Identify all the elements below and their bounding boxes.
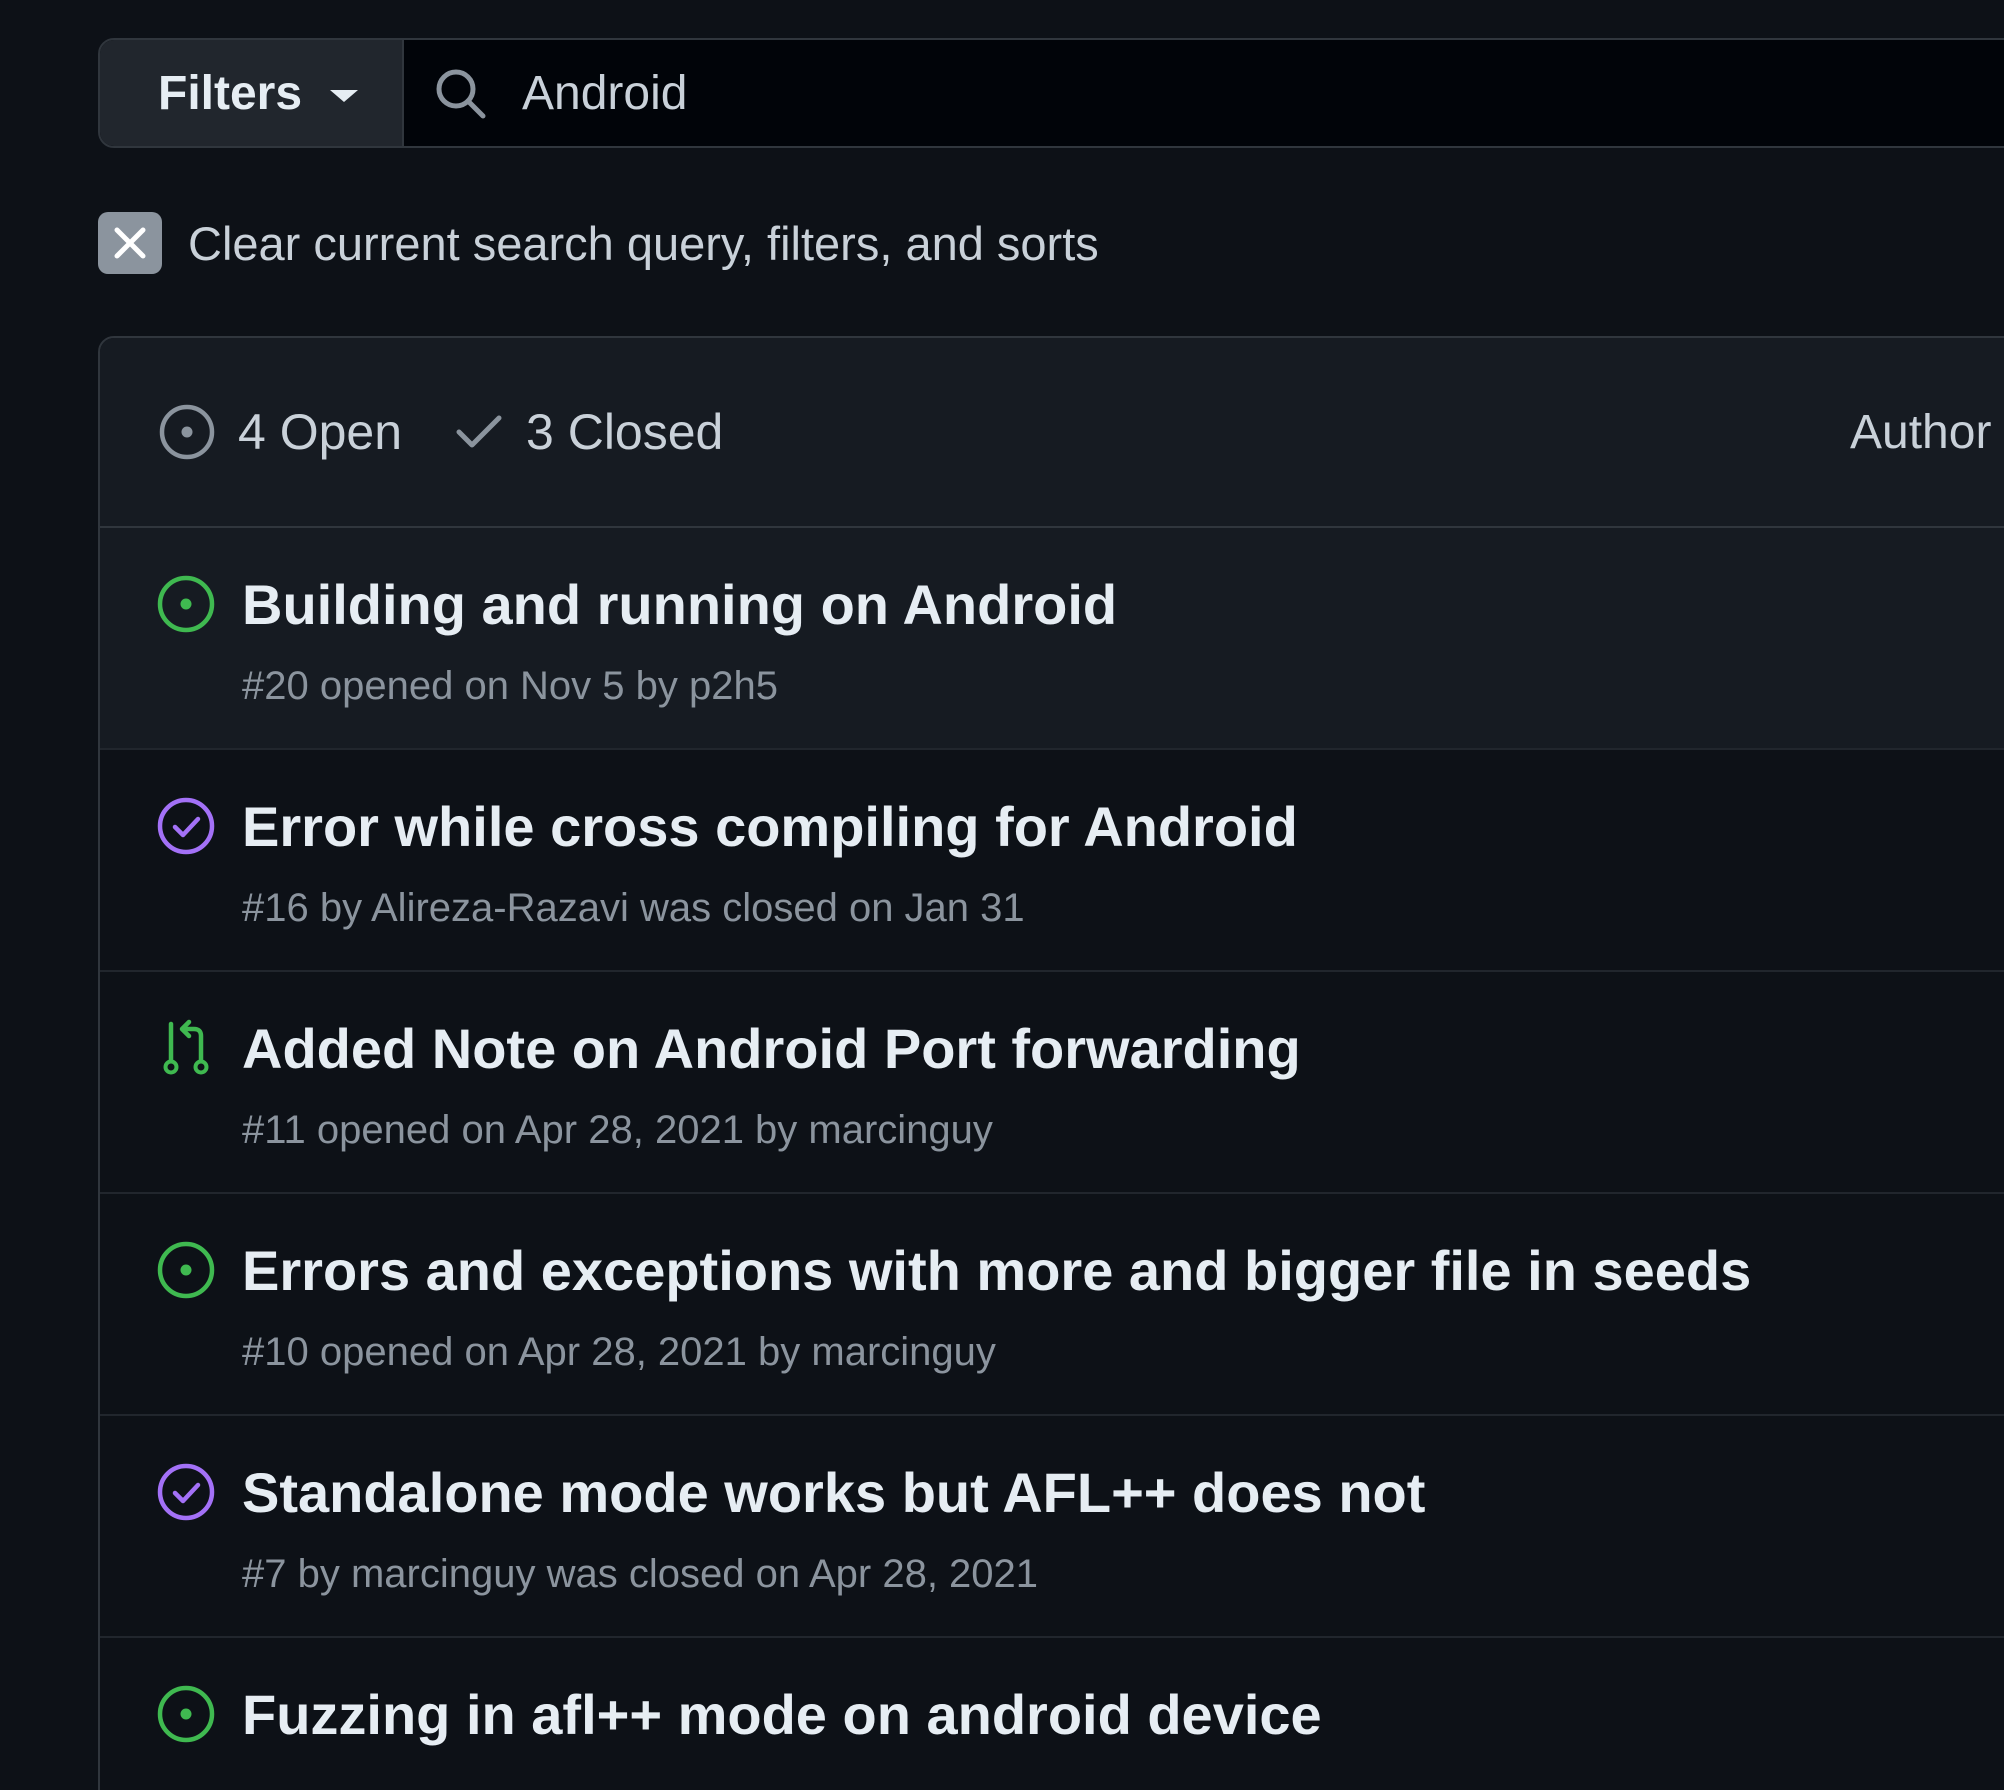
closed-count-label: 3 Closed <box>526 404 724 460</box>
search-field[interactable] <box>404 40 2004 146</box>
author-filter-dropdown[interactable]: Author <box>1850 338 1991 526</box>
filters-label: Filters <box>158 66 303 120</box>
open-issues-tab[interactable]: 4 Open <box>158 403 402 461</box>
author-filter-label: Author <box>1850 405 1992 459</box>
issue-meta: #20 opened on Nov 5 by p2h5 <box>242 664 778 708</box>
issue-meta: #10 opened on Apr 28, 2021 by marcinguy <box>242 1330 996 1374</box>
issue-row[interactable]: Added Note on Android Port forwarding #1… <box>100 972 2004 1194</box>
search-icon <box>436 69 486 119</box>
issue-opened-icon <box>157 575 215 633</box>
issue-title-link[interactable]: Building and running on Android <box>242 572 1117 637</box>
issue-opened-icon <box>157 1685 215 1743</box>
pull-request-icon <box>163 1019 209 1075</box>
issue-title-link[interactable]: Error while cross compiling for Android <box>242 794 1298 859</box>
filters-button[interactable]: Filters <box>100 40 404 146</box>
issue-closed-icon <box>157 797 215 855</box>
issue-row[interactable]: Building and running on Android #20 open… <box>100 528 2004 750</box>
issue-title-link[interactable]: Standalone mode works but AFL++ does not <box>242 1460 1425 1525</box>
search-input[interactable] <box>522 65 1722 121</box>
open-count-label: 4 Open <box>238 404 403 460</box>
issue-row[interactable]: Error while cross compiling for Android … <box>100 750 2004 972</box>
issue-meta: #7 by marcinguy was closed on Apr 28, 20… <box>242 1552 1039 1596</box>
issue-title-link[interactable]: Added Note on Android Port forwarding <box>242 1016 1301 1081</box>
issue-meta: #11 opened on Apr 28, 2021 by marcinguy <box>242 1108 993 1152</box>
close-icon <box>98 212 162 274</box>
issue-row[interactable]: Errors and exceptions with more and bigg… <box>100 1194 2004 1416</box>
caret-down-icon <box>330 90 359 102</box>
clear-filters-label: Clear current search query, filters, and… <box>188 216 1099 270</box>
search-bar: Filters <box>98 38 2004 148</box>
closed-issues-tab[interactable]: 3 Closed <box>454 403 723 461</box>
check-icon <box>456 415 502 448</box>
issue-title-link[interactable]: Fuzzing in afl++ mode on android device <box>242 1682 1322 1747</box>
issue-row[interactable]: Standalone mode works but AFL++ does not… <box>100 1416 2004 1638</box>
issue-opened-icon <box>157 1241 215 1299</box>
issue-opened-icon <box>159 404 215 460</box>
issue-meta: #16 by Alireza-Razavi was closed on Jan … <box>242 886 1025 930</box>
issue-list-header: 4 Open 3 Closed Author <box>100 338 2004 528</box>
clear-filters-link[interactable]: Clear current search query, filters, and… <box>98 212 1099 274</box>
issue-title-link[interactable]: Errors and exceptions with more and bigg… <box>242 1238 1751 1303</box>
issue-closed-icon <box>157 1463 215 1521</box>
issue-row[interactable]: Fuzzing in afl++ mode on android device <box>100 1638 2004 1790</box>
issue-list: 4 Open 3 Closed Author Building and runn… <box>98 336 2004 1790</box>
issues-page: Filters Clear current search query, filt… <box>0 0 2004 1790</box>
